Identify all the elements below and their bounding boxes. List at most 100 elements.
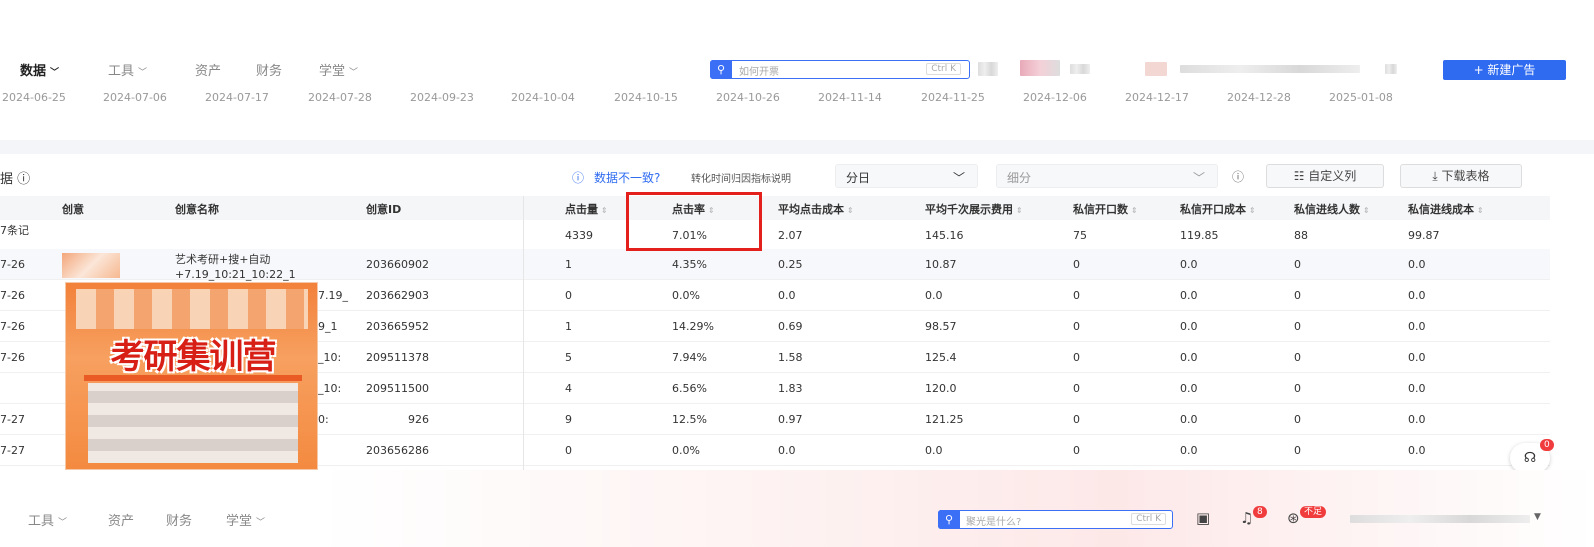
sort-icon[interactable]: ⇕	[1131, 206, 1138, 215]
nav-item-academy[interactable]: 学堂 ﹀	[226, 510, 265, 529]
metric-cell: 12.5%	[672, 413, 707, 426]
creative-name-cell[interactable]: _10:	[318, 382, 341, 395]
creative-name-cell[interactable]: 艺术考研+搜+自动+7.19_10:21_10:22_1	[175, 252, 350, 282]
metric-cell: 120.0	[925, 382, 957, 395]
metric-cell: 0.0%	[672, 289, 700, 302]
table-row[interactable]: 7-26 艺术考研+搜+自动+7.19_10:21_10:22_1 20366090…	[0, 249, 1550, 282]
select-value: 分日	[846, 171, 871, 185]
search-input[interactable]: ⚲ 如何开票 Ctrl K	[710, 60, 970, 79]
layout-icon[interactable]: ▣	[1196, 509, 1210, 527]
nav-item-tools[interactable]: 工具 ﹀	[108, 60, 147, 79]
creative-name-cell[interactable]: 0:	[318, 413, 329, 426]
column-header-sortable[interactable]: 私信开口成本 ⇕	[1180, 201, 1256, 217]
sort-icon[interactable]: ⇕	[1249, 206, 1256, 215]
blurred-content	[1145, 62, 1167, 76]
creative-name-cell[interactable]: _10:	[318, 351, 341, 364]
creative-id-cell: 209511500	[366, 382, 429, 395]
summary-cell: 145.16	[925, 229, 964, 242]
granularity-select[interactable]: 分日 ﹀	[835, 164, 978, 188]
nav-item-tools[interactable]: 工具 ﹀	[28, 510, 67, 529]
metric-cell: 0	[1294, 413, 1301, 426]
date-label: 2024-11-14	[818, 91, 882, 104]
metric-cell: 1	[565, 258, 572, 271]
column-header-sortable[interactable]: 私信进线人数 ⇕	[1294, 201, 1370, 217]
creative-name-cell[interactable]: 9_1	[318, 320, 338, 333]
nav-label: 学堂	[226, 514, 253, 529]
caret-down-icon[interactable]: ▼	[1534, 512, 1541, 522]
date-label: 2025-01-08	[1329, 91, 1393, 104]
data-mismatch-link[interactable]: 数据不一致?	[594, 169, 660, 186]
column-header-sortable[interactable]: 平均千次展示费用 ⇕	[925, 201, 1023, 217]
column-header-sortable[interactable]: 私信开口数 ⇕	[1073, 201, 1138, 217]
new-ad-button[interactable]: + 新建广告	[1443, 60, 1566, 80]
column-header: 创意	[62, 203, 84, 216]
chevron-down-icon: ﹀	[50, 68, 60, 78]
creative-id-cell: 926	[408, 413, 429, 426]
column-header-sortable[interactable]: 点击量 ⇕	[565, 201, 608, 217]
column-divider	[523, 196, 524, 476]
shortcut-hint: Ctrl K	[926, 63, 961, 75]
nav-label: 财务	[256, 64, 283, 79]
date-label: 2024-12-17	[1125, 91, 1189, 104]
custom-columns-button[interactable]: ☷ 自定义列	[1266, 164, 1384, 188]
summary-cell: 2.07	[778, 229, 803, 242]
breakdown-select[interactable]: 细分 ﹀	[996, 164, 1218, 188]
sort-icon[interactable]: ⇕	[1477, 206, 1484, 215]
metric-cell: 0	[1294, 289, 1301, 302]
chevron-down-icon: ﹀	[349, 68, 359, 78]
date-label: 2024-10-26	[716, 91, 780, 104]
nav-item-finance[interactable]: 财务	[166, 510, 192, 529]
metric-cell: 0.0	[1408, 413, 1426, 426]
headset-icon: ☊	[1523, 450, 1537, 466]
sort-icon[interactable]: ⇕	[601, 206, 608, 215]
support-badge: 0	[1540, 439, 1554, 451]
date-cell: 7-26	[0, 320, 25, 333]
nav-item-data[interactable]: 数据 ﹀	[20, 60, 59, 79]
metric-cell: 0.0	[778, 444, 796, 457]
column-header: 创意名称	[175, 203, 219, 216]
column-header-sortable[interactable]: 私信进线成本 ⇕	[1408, 201, 1484, 217]
nav-label: 数据	[20, 64, 47, 79]
metric-cell: 0	[1294, 351, 1301, 364]
download-button[interactable]: ⤓ 下载表格	[1400, 164, 1522, 188]
sort-icon[interactable]: ⇕	[1016, 206, 1023, 215]
chevron-down-icon: ﹀	[58, 518, 68, 528]
info-icon[interactable]: ⓘ	[1232, 168, 1244, 185]
attribution-note-link[interactable]: 转化时间归因指标说明	[691, 170, 791, 185]
columns-icon: ☷	[1293, 169, 1309, 183]
column-header-sortable[interactable]: 平均点击成本 ⇕	[778, 201, 854, 217]
section-divider	[0, 140, 1594, 154]
nav-item-assets[interactable]: 资产	[195, 60, 221, 79]
creative-name-cell[interactable]: 7.19_	[318, 289, 348, 302]
column-label: 平均点击成本	[778, 203, 844, 216]
date-label: 2024-06-25	[2, 91, 66, 104]
nav-label: 财务	[166, 514, 193, 529]
metric-cell: 0	[1073, 351, 1080, 364]
metric-cell: 7.94%	[672, 351, 707, 364]
nav-item-finance[interactable]: 财务	[256, 60, 282, 79]
bell-icon[interactable]: ♫	[1240, 509, 1253, 527]
nav-item-academy[interactable]: 学堂 ﹀	[319, 60, 358, 79]
column-label: 私信进线人数	[1294, 203, 1360, 216]
metric-cell: 98.57	[925, 320, 957, 333]
search-input[interactable]: ⚲ 聚光是什么? Ctrl K	[938, 510, 1173, 529]
nav-item-assets[interactable]: 资产	[108, 510, 134, 529]
sort-icon[interactable]: ⇕	[847, 206, 854, 215]
metric-cell: 0.0	[1180, 289, 1198, 302]
button-label: 下载表格	[1441, 169, 1490, 183]
support-button[interactable]: ☊ 0	[1510, 439, 1554, 473]
date-cell: 7-26	[0, 289, 25, 302]
select-value: 细分	[1007, 171, 1032, 185]
nav-label: 工具	[108, 64, 135, 79]
column-header: 创意ID	[366, 203, 402, 216]
search-icon: ⚲	[938, 510, 960, 529]
summary-cell: 119.85	[1180, 229, 1219, 242]
column-label: 私信开口成本	[1180, 203, 1246, 216]
sort-icon[interactable]: ⇕	[1363, 206, 1370, 215]
chevron-down-icon: ﹀	[256, 518, 266, 528]
table-header: 创意 创意名称 创意ID 点击量 ⇕ 点击率 ⇕ 平均点击成本 ⇕ 平均千次展示费用 ⇕…	[0, 196, 1550, 220]
creative-thumbnail[interactable]	[62, 253, 120, 278]
summary-cell: 99.87	[1408, 229, 1440, 242]
shortcut-hint: Ctrl K	[1131, 513, 1166, 525]
wallet-icon[interactable]: ⊛	[1287, 509, 1300, 527]
